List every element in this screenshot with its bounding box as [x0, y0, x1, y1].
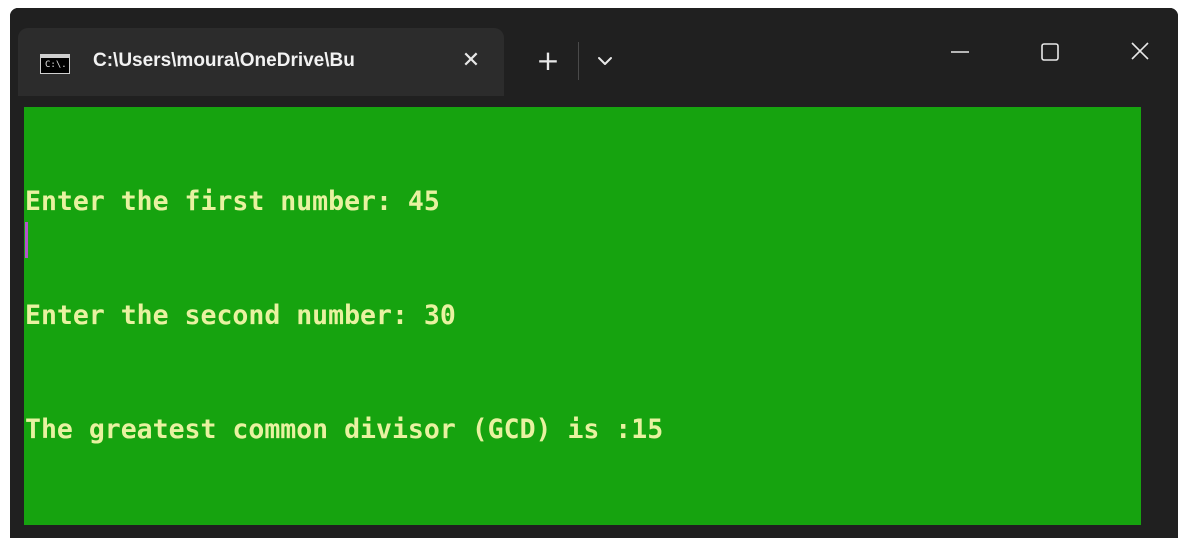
console-line: Enter the second number: 30: [25, 300, 456, 331]
minimize-icon: [951, 51, 969, 53]
chevron-down-icon: [598, 57, 612, 65]
tab-title: C:\Users\moura\OneDrive\Bu: [93, 50, 355, 71]
tab-separator: [578, 42, 579, 80]
console-line: Enter the first number: 45: [25, 186, 440, 217]
text-cursor: [25, 222, 28, 258]
title-bar: C:\. C:\Users\moura\OneDrive\Bu ✕ +: [10, 8, 1178, 96]
minimize-button[interactable]: [930, 30, 990, 74]
close-tab-button[interactable]: ✕: [456, 46, 486, 76]
new-tab-button[interactable]: +: [528, 44, 568, 78]
close-window-button[interactable]: [1110, 30, 1170, 74]
console-line: The greatest common divisor (GCD) is :15: [25, 414, 664, 445]
terminal-icon-text: C:\.: [45, 60, 67, 70]
terminal-icon: C:\.: [40, 54, 70, 74]
maximize-button[interactable]: [1020, 30, 1080, 74]
tab-dropdown-button[interactable]: [590, 46, 620, 76]
maximize-icon: [1041, 43, 1059, 61]
close-icon: [1131, 42, 1149, 60]
terminal-window: C:\. C:\Users\moura\OneDrive\Bu ✕ + Ente…: [10, 8, 1178, 538]
terminal-tab[interactable]: C:\. C:\Users\moura\OneDrive\Bu ✕: [18, 28, 504, 96]
console-output[interactable]: Enter the first number: 45 Enter the sec…: [24, 107, 1141, 525]
